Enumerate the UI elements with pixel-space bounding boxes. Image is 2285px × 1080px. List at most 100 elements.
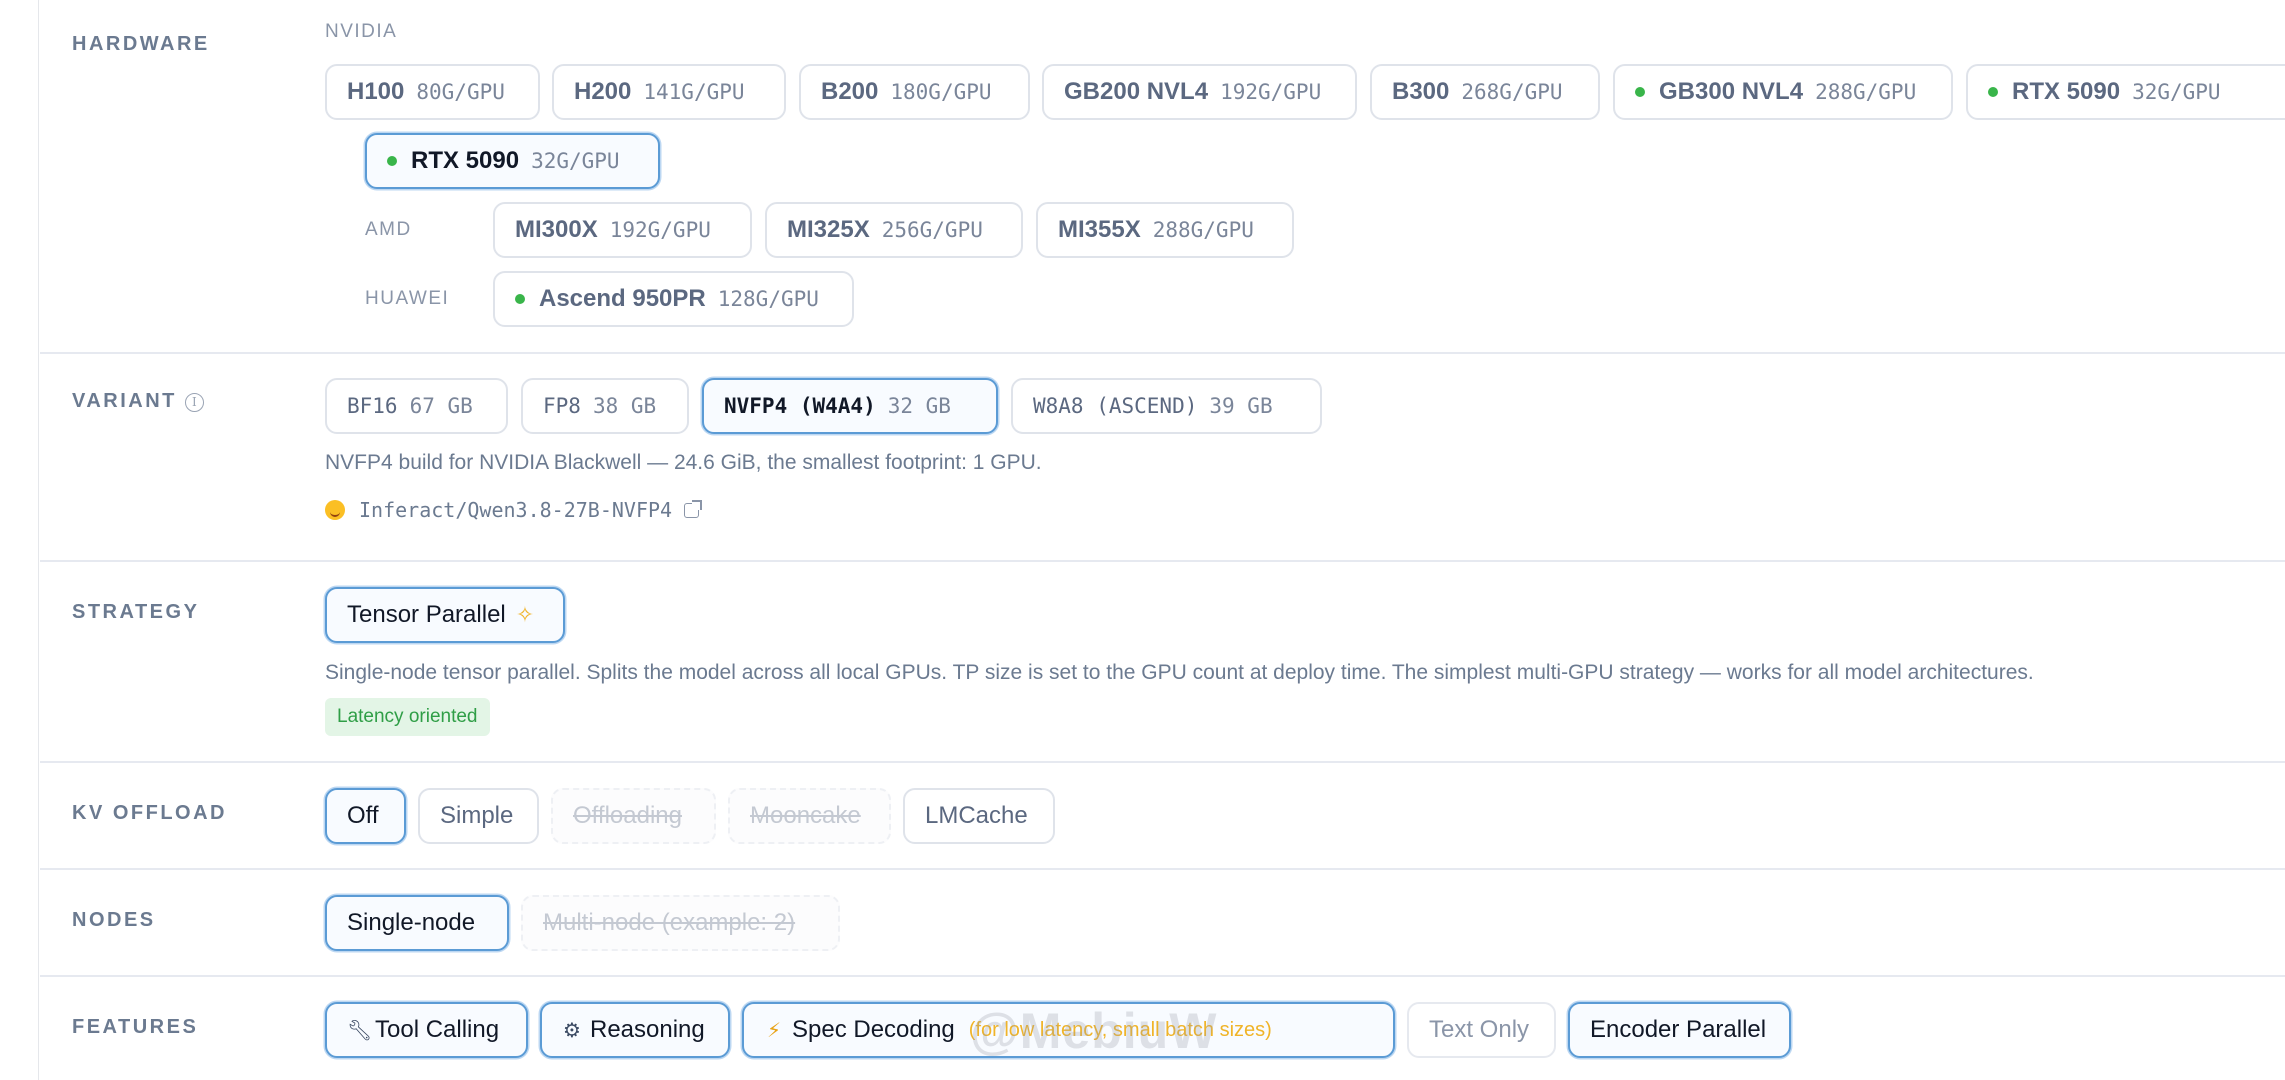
variant-chip-nvfp4[interactable]: NVFP4 (W4A4) 32 GB xyxy=(702,378,998,434)
strategy-name: Tensor Parallel xyxy=(347,601,506,628)
variant-section: VARIANT i BF16 67 GB FP8 38 GB NVFP4 (W4A4)… xyxy=(40,354,2285,562)
hw-mem: 80G/GPU xyxy=(416,80,505,104)
feature-option: Encoder Parallel xyxy=(1590,1016,1767,1043)
hw-chip-rtx-5090-selected[interactable]: RTX 5090 32G/GPU xyxy=(365,133,660,189)
feature-option: Tool Calling xyxy=(375,1016,500,1043)
feature-option: Reasoning xyxy=(590,1016,705,1043)
hw-mem: 180G/GPU xyxy=(890,80,992,104)
hw-mem: 256G/GPU xyxy=(881,218,983,242)
kv-offload-section: KV OFFLOAD Off Simple Offloading Mooncak… xyxy=(40,763,2285,870)
hw-chip-mi325x[interactable]: MI325X 256G/GPU xyxy=(765,202,1023,258)
variant-size: 67 GB xyxy=(409,394,473,418)
hw-name: H200 xyxy=(574,78,632,105)
hw-mem: 141G/GPU xyxy=(643,80,745,104)
hw-chip-h100[interactable]: H100 80G/GPU xyxy=(325,64,540,120)
hw-chip-ascend-950pr[interactable]: Ascend 950PR 128G/GPU xyxy=(493,271,854,327)
feature-chip-reasoning[interactable]: ⚙ Reasoning xyxy=(540,1002,730,1058)
hw-chip-gb300-nvl4[interactable]: GB300 NVL4 288G/GPU xyxy=(1613,64,1953,120)
hw-mem: 268G/GPU xyxy=(1461,80,1563,104)
amd-group-label: AMD xyxy=(365,219,412,240)
strategy-chip-tensor-parallel[interactable]: Tensor Parallel ✧ xyxy=(325,587,565,643)
hw-mem: 288G/GPU xyxy=(1815,80,1917,104)
hw-mem: 128G/GPU xyxy=(717,287,819,311)
feature-chip-text-only[interactable]: Text Only xyxy=(1407,1002,1556,1058)
hardware-section: HARDWARE NVIDIA H100 80G/GPU H200 141G/GPU… xyxy=(40,0,2285,354)
variant-chip-w8a8[interactable]: W8A8 (ASCEND) 39 GB xyxy=(1011,378,1322,434)
hw-name: B300 xyxy=(1392,78,1450,105)
external-link-icon xyxy=(684,499,703,518)
brain-icon: ⚙ xyxy=(563,1019,581,1042)
kv-option: Off xyxy=(347,802,379,829)
feature-chip-encoder-parallel[interactable]: Encoder Parallel xyxy=(1568,1002,1791,1058)
variant-chip-fp8[interactable]: FP8 38 GB xyxy=(521,378,689,434)
feature-chip-tool-calling[interactable]: 🔧︎ Tool Calling xyxy=(325,1002,528,1058)
lightning-icon: ⚡ xyxy=(766,1019,782,1042)
feature-option: Text Only xyxy=(1429,1016,1530,1043)
hw-mem: 192G/GPU xyxy=(1220,80,1322,104)
hw-name: MI325X xyxy=(787,216,870,243)
kv-chip-off[interactable]: Off xyxy=(325,788,406,844)
variant-name: W8A8 (ASCEND) xyxy=(1033,394,1198,418)
hw-name: GB300 NVL4 xyxy=(1659,78,1804,105)
hw-chip-mi355x[interactable]: MI355X 288G/GPU xyxy=(1036,202,1294,258)
hw-chip-mi300x[interactable]: MI300X 192G/GPU xyxy=(493,202,752,258)
model-repo-link[interactable]: Inferact/Qwen3.8-27B-NVFP4 xyxy=(325,498,703,522)
hugging-face-icon xyxy=(325,500,345,520)
variant-chip-bf16[interactable]: BF16 67 GB xyxy=(325,378,508,434)
hardware-label: HARDWARE xyxy=(72,33,210,55)
wrench-icon: 🔧︎ xyxy=(347,1019,373,1042)
hw-name: Ascend 950PR xyxy=(539,285,706,312)
status-dot xyxy=(1635,87,1645,97)
variant-size: 32 GB xyxy=(887,394,951,418)
hw-name: RTX 5090 xyxy=(411,147,520,174)
kv-option: LMCache xyxy=(925,802,1028,829)
hw-name: RTX 5090 xyxy=(2012,78,2121,105)
variant-name: NVFP4 (W4A4) xyxy=(724,394,876,418)
nodes-option: Multi-node (example: 2) xyxy=(543,909,796,936)
kv-option: Mooncake xyxy=(750,802,861,829)
nodes-section: NODES Single-node Multi-node (example: 2… xyxy=(40,870,2285,977)
hw-chip-rtx-5090[interactable]: RTX 5090 32G/GPU xyxy=(1966,64,2285,120)
strategy-section: STRATEGY Tensor Parallel ✧ Single-node te… xyxy=(40,562,2285,763)
hw-mem: 288G/GPU xyxy=(1152,218,1254,242)
huawei-group-label: HUAWEI xyxy=(365,288,450,309)
hw-name: MI300X xyxy=(515,216,598,243)
hw-mem: 192G/GPU xyxy=(609,218,711,242)
latency-badge: Latency oriented xyxy=(325,698,490,736)
hw-chip-b300[interactable]: B300 268G/GPU xyxy=(1370,64,1600,120)
nodes-label: NODES xyxy=(72,909,156,931)
kv-chip-lmcache[interactable]: LMCache xyxy=(903,788,1055,844)
nodes-chip-single[interactable]: Single-node xyxy=(325,895,509,951)
hw-name: H100 xyxy=(347,78,405,105)
variant-size: 39 GB xyxy=(1209,394,1273,418)
hw-chip-b200[interactable]: B200 180G/GPU xyxy=(799,64,1030,120)
info-icon[interactable]: i xyxy=(184,393,204,412)
kv-offload-label: KV OFFLOAD xyxy=(72,802,227,824)
watermark: @MebiuW xyxy=(970,1003,1218,1059)
status-dot xyxy=(515,294,525,304)
kv-chip-mooncake: Mooncake xyxy=(728,788,891,844)
kv-chip-offloading: Offloading xyxy=(551,788,716,844)
strategy-description: Single-node tensor parallel. Splits the … xyxy=(325,661,2034,684)
hw-chip-gb200-nvl4[interactable]: GB200 NVL4 192G/GPU xyxy=(1042,64,1357,120)
hw-name: GB200 NVL4 xyxy=(1064,78,1209,105)
kv-option: Simple xyxy=(440,802,514,829)
model-repo-text: Inferact/Qwen3.8-27B-NVFP4 xyxy=(359,498,673,522)
hw-mem: 32G/GPU xyxy=(2132,80,2221,104)
variant-description: NVFP4 build for NVIDIA Blackwell — 24.6 … xyxy=(325,451,1042,474)
feature-option: Spec Decoding xyxy=(792,1016,955,1043)
hw-mem: 32G/GPU xyxy=(531,149,620,173)
variant-name: FP8 xyxy=(543,394,581,418)
variant-label: VARIANT i xyxy=(72,390,204,413)
variant-name: BF16 xyxy=(347,394,398,418)
strategy-label: STRATEGY xyxy=(72,601,200,623)
kv-chip-simple[interactable]: Simple xyxy=(418,788,539,844)
status-dot xyxy=(387,156,397,166)
hw-chip-h200[interactable]: H200 141G/GPU xyxy=(552,64,786,120)
variant-label-text: VARIANT xyxy=(72,390,177,412)
status-dot xyxy=(1988,87,1998,97)
hw-name: B200 xyxy=(821,78,879,105)
nodes-chip-multi: Multi-node (example: 2) xyxy=(521,895,840,951)
kv-option: Offloading xyxy=(573,802,682,829)
sparkle-icon: ✧ xyxy=(515,602,535,627)
